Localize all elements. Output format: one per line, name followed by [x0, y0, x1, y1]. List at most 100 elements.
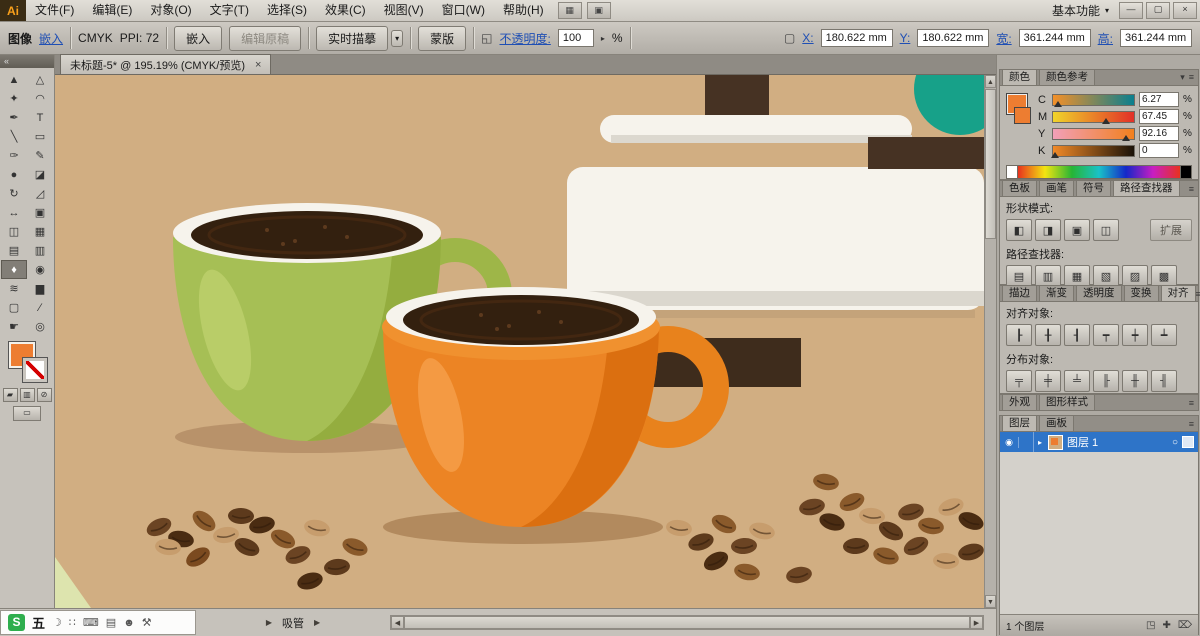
- expand-layer-icon[interactable]: ▸: [1034, 438, 1046, 447]
- yellow-slider[interactable]: [1052, 127, 1135, 141]
- free-transform-tool[interactable]: ▣: [27, 203, 53, 222]
- selection-tool[interactable]: ▲: [1, 70, 27, 89]
- align-v-center-icon[interactable]: ┿: [1122, 324, 1148, 346]
- tab-gradient[interactable]: 渐变: [1039, 285, 1074, 301]
- line-segment-tool[interactable]: ╲: [1, 127, 27, 146]
- panel-menu-icon[interactable]: ≡: [1189, 419, 1194, 429]
- layer-row[interactable]: ◉ ▸ 图层 1 ○: [1000, 432, 1198, 452]
- symbol-sprayer-tool[interactable]: ≋: [1, 279, 27, 298]
- column-graph-tool[interactable]: ▆: [27, 279, 53, 298]
- hand-tool[interactable]: ☛: [1, 317, 27, 336]
- intersect-icon[interactable]: ▣: [1064, 219, 1090, 241]
- exclude-icon[interactable]: ◫: [1093, 219, 1119, 241]
- black-swatch[interactable]: [1180, 166, 1191, 178]
- crop-icon[interactable]: ▧: [1093, 265, 1119, 287]
- outline-icon[interactable]: ▨: [1122, 265, 1148, 287]
- merge-icon[interactable]: ▦: [1064, 265, 1090, 287]
- opacity-stepper[interactable]: ▸: [601, 34, 605, 43]
- unite-icon[interactable]: ◧: [1006, 219, 1032, 241]
- rotate-tool[interactable]: ↻: [1, 184, 27, 203]
- zoom-tool[interactable]: ◎: [27, 317, 53, 336]
- align-left-icon[interactable]: ┠: [1006, 324, 1032, 346]
- mesh-tool[interactable]: ▤: [1, 241, 27, 260]
- eraser-tool[interactable]: ◪: [27, 165, 53, 184]
- opacity-label[interactable]: 不透明度:: [499, 30, 550, 47]
- yellow-slider-marker[interactable]: [1121, 134, 1130, 141]
- menu-item-select[interactable]: 选择(S): [258, 0, 316, 21]
- document-tab[interactable]: 未标题-5* @ 195.19% (CMYK/预览) ×: [60, 54, 272, 74]
- delete-layer-icon[interactable]: ⌦: [1178, 620, 1192, 631]
- tab-layers[interactable]: 图层: [1002, 415, 1037, 431]
- embed-button[interactable]: 嵌入: [174, 25, 223, 51]
- tab-brushes[interactable]: 画笔: [1039, 180, 1074, 196]
- pen-tool[interactable]: ✒: [1, 108, 27, 127]
- cyan-slider[interactable]: [1052, 93, 1135, 107]
- mask-button[interactable]: 蒙版: [418, 25, 467, 51]
- panel-menu-icon[interactable]: ≡: [1189, 398, 1194, 408]
- magenta-slider[interactable]: [1052, 110, 1135, 124]
- close-button[interactable]: ×: [1173, 2, 1197, 19]
- tab-transform[interactable]: 变换: [1123, 285, 1159, 301]
- close-icon[interactable]: ×: [255, 59, 261, 71]
- panel-menu-icon[interactable]: ≡: [1196, 289, 1200, 299]
- gradient-tool[interactable]: ▥: [27, 241, 53, 260]
- vertical-scrollbar[interactable]: ▲ ▼: [984, 75, 996, 608]
- gradient-button[interactable]: ▥: [19, 388, 35, 402]
- x-field[interactable]: 180.622 mm: [820, 29, 893, 47]
- vertical-scroll-thumb[interactable]: [985, 89, 996, 239]
- color-button[interactable]: ▰: [2, 388, 18, 402]
- moon-icon[interactable]: ☽: [52, 616, 62, 629]
- layer-name[interactable]: 图层 1: [1067, 434, 1098, 450]
- perspective-grid-tool[interactable]: ▦: [27, 222, 53, 241]
- align-h-center-icon[interactable]: ╂: [1035, 324, 1061, 346]
- layer-thumbnail[interactable]: [1048, 434, 1063, 450]
- white-swatch[interactable]: [1007, 166, 1018, 178]
- y-field[interactable]: 180.622 mm: [917, 29, 990, 47]
- blob-brush-tool[interactable]: ●: [1, 165, 27, 184]
- lasso-tool[interactable]: ◠: [27, 89, 53, 108]
- menu-item-help[interactable]: 帮助(H): [494, 0, 553, 21]
- tab-transparency[interactable]: 透明度: [1076, 285, 1122, 301]
- magenta-value-input[interactable]: 67.45: [1139, 109, 1179, 124]
- arrange-documents-icon[interactable]: ▣: [586, 2, 611, 19]
- status-right-arrow-icon[interactable]: ▶: [314, 618, 320, 627]
- menu-item-view[interactable]: 视图(V): [375, 0, 433, 21]
- ime-mode-label[interactable]: 五: [32, 613, 45, 632]
- shape-builder-tool[interactable]: ◫: [1, 222, 27, 241]
- rectangle-tool[interactable]: ▭: [27, 127, 53, 146]
- current-tool-label[interactable]: 吸管: [282, 615, 304, 631]
- visibility-eye-icon[interactable]: ◉: [1000, 436, 1019, 448]
- expand-button[interactable]: 扩展: [1150, 219, 1192, 241]
- distribute-top-icon[interactable]: ╤: [1006, 370, 1032, 392]
- menu-item-effect[interactable]: 效果(C): [316, 0, 375, 21]
- distribute-right-icon[interactable]: ╢: [1151, 370, 1177, 392]
- tab-color[interactable]: 颜色: [1002, 69, 1037, 85]
- width-field-label[interactable]: 宽:: [996, 30, 1011, 47]
- keyboard-icon[interactable]: ⌨: [83, 616, 99, 629]
- status-left-arrow-icon[interactable]: ▶: [266, 618, 272, 627]
- eyedropper-tool[interactable]: ♦: [1, 260, 27, 279]
- divide-icon[interactable]: ▤: [1006, 265, 1032, 287]
- artboard-tool[interactable]: ▢: [1, 298, 27, 317]
- scroll-up-icon[interactable]: ▲: [985, 75, 996, 88]
- live-trace-button[interactable]: 实时描摹: [316, 25, 389, 51]
- collapse-panel-icon[interactable]: «: [0, 55, 54, 68]
- avatar-icon[interactable]: ☻: [123, 617, 135, 629]
- minus-front-icon[interactable]: ◨: [1035, 219, 1061, 241]
- none-button[interactable]: ⊘: [36, 388, 52, 402]
- ime-logo-icon[interactable]: S: [8, 614, 25, 631]
- new-layer-icon[interactable]: ✚: [1162, 620, 1170, 631]
- scroll-left-icon[interactable]: ◀: [391, 616, 404, 629]
- yellow-value-input[interactable]: 92.16: [1139, 126, 1179, 141]
- color-spectrum-bar[interactable]: [1006, 165, 1192, 179]
- opacity-input[interactable]: 100: [557, 29, 594, 47]
- stroke-color-swatch[interactable]: [1014, 107, 1031, 124]
- tab-color-guide[interactable]: 颜色参考: [1039, 69, 1095, 85]
- tab-appearance[interactable]: 外观: [1002, 394, 1037, 410]
- cyan-value-input[interactable]: 6.27: [1139, 92, 1179, 107]
- distribute-left-icon[interactable]: ╟: [1093, 370, 1119, 392]
- width-tool[interactable]: ↔: [1, 203, 27, 222]
- scroll-right-icon[interactable]: ▶: [970, 616, 983, 629]
- distribute-h-center-icon[interactable]: ╫: [1122, 370, 1148, 392]
- trim-icon[interactable]: ▥: [1035, 265, 1061, 287]
